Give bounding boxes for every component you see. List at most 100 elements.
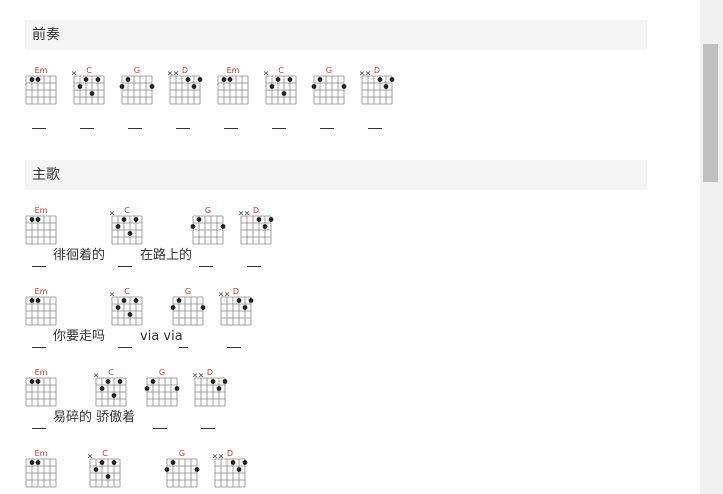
lyric-blank — [179, 347, 188, 348]
chord-diagram-g[interactable]: G — [311, 66, 347, 106]
lyric-blank — [272, 128, 286, 129]
chord-diagram-d[interactable]: D — [167, 66, 203, 106]
lyric-text: 你要走吗 — [53, 329, 106, 344]
muted-string-x — [263, 71, 269, 76]
lyric-blank — [80, 128, 94, 129]
muted-string-x — [365, 71, 371, 76]
finger-dot — [275, 77, 281, 82]
chord-fretboard — [217, 75, 249, 105]
chord-diagram-em[interactable]: Em — [217, 66, 251, 106]
finger-dot — [83, 77, 89, 82]
finger-dot — [93, 467, 99, 472]
finger-dot — [105, 379, 111, 384]
finger-dot — [268, 217, 274, 222]
finger-dot — [191, 84, 197, 89]
chord-diagram-c[interactable]: C — [87, 449, 123, 489]
finger-dot — [95, 77, 101, 82]
chord-diagram-c[interactable]: C — [263, 66, 299, 106]
chord-fretboard — [87, 454, 121, 488]
finger-dot — [317, 77, 323, 82]
finger-dot — [29, 298, 35, 303]
muted-string-x — [218, 292, 224, 297]
chord-diagram-c[interactable]: C — [93, 368, 129, 408]
finger-dot — [185, 77, 191, 82]
finger-dot — [29, 379, 35, 384]
chord-fretboard — [212, 454, 248, 488]
chord-diagram-em[interactable]: Em — [25, 449, 59, 489]
chord-diagram-d[interactable]: D — [238, 206, 274, 246]
finger-dot — [99, 460, 105, 465]
lyric-blank — [224, 128, 238, 129]
chord-diagram-c[interactable]: C — [71, 66, 107, 106]
chord-diagram-em[interactable]: Em — [25, 206, 59, 246]
section-header-prelude: 前奏 — [25, 20, 647, 50]
chord-fretboard — [25, 75, 57, 105]
finger-dot — [149, 84, 155, 89]
vertical-scrollbar[interactable] — [700, 0, 723, 494]
finger-dot — [144, 386, 150, 391]
chord-diagram-d[interactable]: D — [212, 449, 248, 489]
finger-dot — [99, 386, 105, 391]
lyric-blank — [118, 266, 132, 267]
muted-string-x — [93, 373, 99, 378]
lyric-blank — [153, 428, 167, 429]
chord-diagram-em[interactable]: Em — [25, 368, 59, 408]
finger-dot — [29, 77, 35, 82]
muted-string-x — [238, 211, 244, 216]
lyric-blank — [247, 266, 261, 267]
scrollbar-thumb[interactable] — [703, 44, 718, 182]
chord-diagram-g[interactable]: G — [170, 287, 206, 327]
chord-diagram-c[interactable]: C — [109, 287, 145, 327]
chord-diagram-g[interactable]: G — [144, 368, 180, 408]
chord-fretboard — [218, 292, 254, 326]
finger-dot — [227, 77, 233, 82]
chord-fretboard — [109, 292, 143, 326]
finger-dot — [121, 298, 127, 303]
finger-dot — [197, 77, 203, 82]
chord-fretboard — [167, 71, 203, 105]
chord-fretboard — [190, 215, 226, 245]
lyric-text: 易碎的 骄傲着 — [53, 410, 136, 425]
lyric-blank — [199, 266, 213, 267]
chord-fretboard — [238, 211, 274, 245]
muted-string-x — [198, 373, 204, 378]
lyric-text: via via — [140, 329, 183, 344]
chord-diagram-g[interactable]: G — [190, 206, 226, 246]
muted-string-x — [192, 373, 198, 378]
chord-fretboard — [144, 377, 180, 407]
chord-diagram-em[interactable]: Em — [25, 66, 59, 106]
finger-dot — [29, 460, 35, 465]
muted-string-x — [109, 292, 115, 297]
finger-dot — [221, 77, 227, 82]
finger-dot — [341, 84, 347, 89]
finger-dot — [281, 91, 287, 96]
chord-diagram-d[interactable]: D — [192, 368, 228, 408]
finger-dot — [377, 77, 383, 82]
finger-dot — [176, 298, 182, 303]
chord-diagram-em[interactable]: Em — [25, 287, 59, 327]
lyric-blank — [176, 128, 190, 129]
chord-diagram-g[interactable]: G — [164, 449, 200, 489]
chord-diagram-g[interactable]: G — [119, 66, 155, 106]
finger-dot — [35, 460, 41, 465]
song-chord-sheet: 前奏 Em C G D Em C G D 主歌 Em C G D 徘徊着的 在路… — [0, 0, 700, 494]
finger-dot — [194, 467, 200, 472]
chord-diagram-c[interactable]: C — [109, 206, 145, 246]
muted-string-x — [224, 292, 230, 297]
chord-fretboard — [109, 211, 143, 245]
finger-dot — [105, 474, 111, 479]
finger-dot — [174, 386, 180, 391]
chord-fretboard — [359, 71, 395, 105]
finger-dot — [35, 298, 41, 303]
finger-dot — [256, 217, 262, 222]
chord-fretboard — [25, 296, 57, 326]
lyric-blank — [118, 347, 132, 348]
finger-dot — [170, 460, 176, 465]
finger-dot — [242, 460, 248, 465]
lyric-blank — [320, 128, 334, 129]
muted-string-x — [218, 454, 224, 459]
chord-diagram-d[interactable]: D — [218, 287, 254, 327]
lyric-text: 徘徊着的 — [53, 248, 106, 263]
finger-dot — [133, 217, 139, 222]
chord-diagram-d[interactable]: D — [359, 66, 395, 106]
